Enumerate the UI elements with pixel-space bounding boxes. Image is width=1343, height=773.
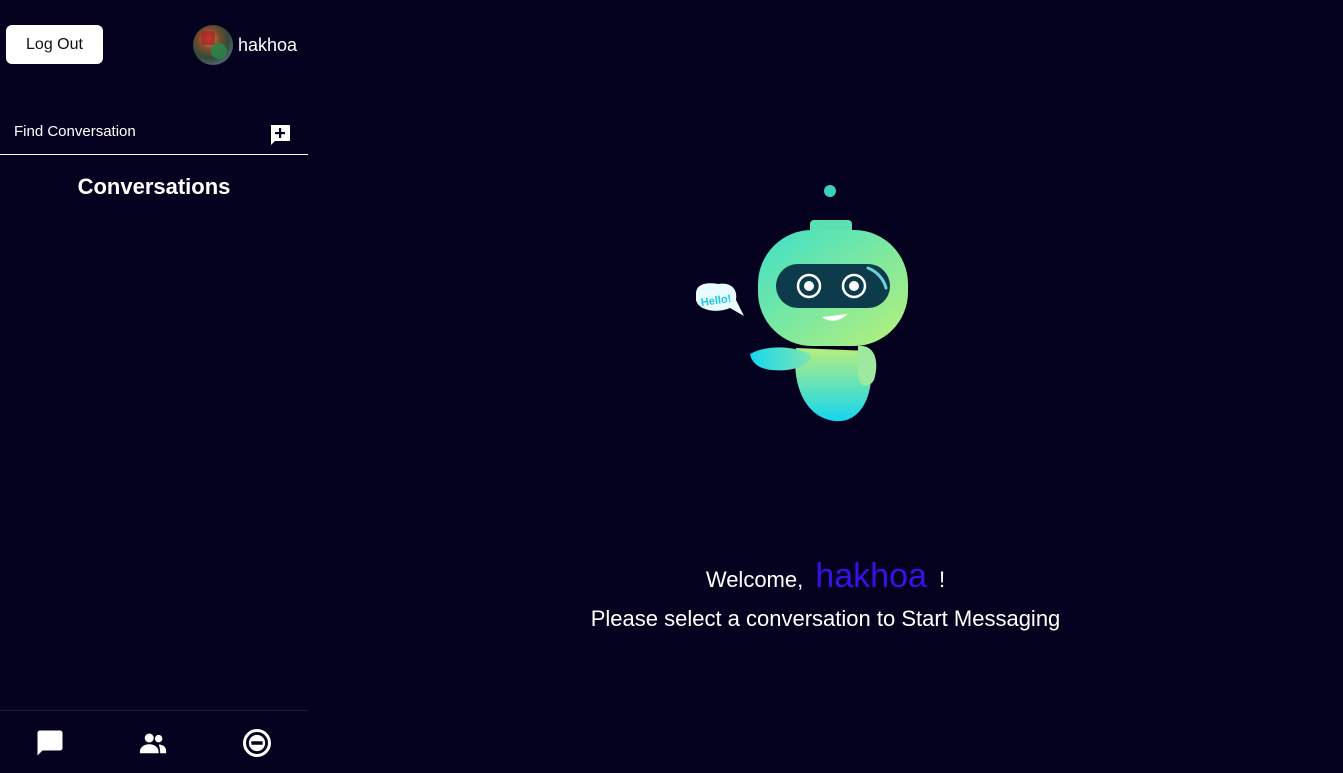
username-label: hakhoa bbox=[238, 34, 298, 55]
conversations-heading: Conversations bbox=[77, 174, 231, 199]
add-conversation-icon[interactable] bbox=[268, 123, 292, 147]
app-root: Log Out hakhoa Conversations bbox=[0, 0, 1343, 773]
user-profile[interactable]: hakhoa bbox=[193, 25, 297, 65]
find-conversation-input[interactable] bbox=[0, 108, 250, 154]
sidebar: Log Out hakhoa Conversations bbox=[0, 0, 308, 773]
welcome-username: hakhoa bbox=[815, 557, 927, 595]
welcome-prefix: Welcome, bbox=[705, 567, 804, 592]
block-icon[interactable] bbox=[242, 728, 272, 758]
welcome-suffix: ! bbox=[939, 567, 946, 592]
robot-illustration: Hello! bbox=[696, 185, 908, 422]
find-conversation-row bbox=[0, 108, 308, 155]
chat-icon[interactable] bbox=[35, 728, 65, 758]
logout-button[interactable]: Log Out bbox=[6, 25, 103, 64]
welcome-message: Welcome, hakhoa ! bbox=[308, 557, 1343, 596]
select-conversation-prompt: Please select a conversation to Start Me… bbox=[590, 606, 1061, 631]
main-panel: Hello! Welcome, hakhoa ! Please select a… bbox=[308, 0, 1343, 773]
people-icon[interactable] bbox=[138, 728, 168, 758]
avatar[interactable] bbox=[193, 25, 233, 65]
bottom-nav bbox=[0, 710, 308, 773]
